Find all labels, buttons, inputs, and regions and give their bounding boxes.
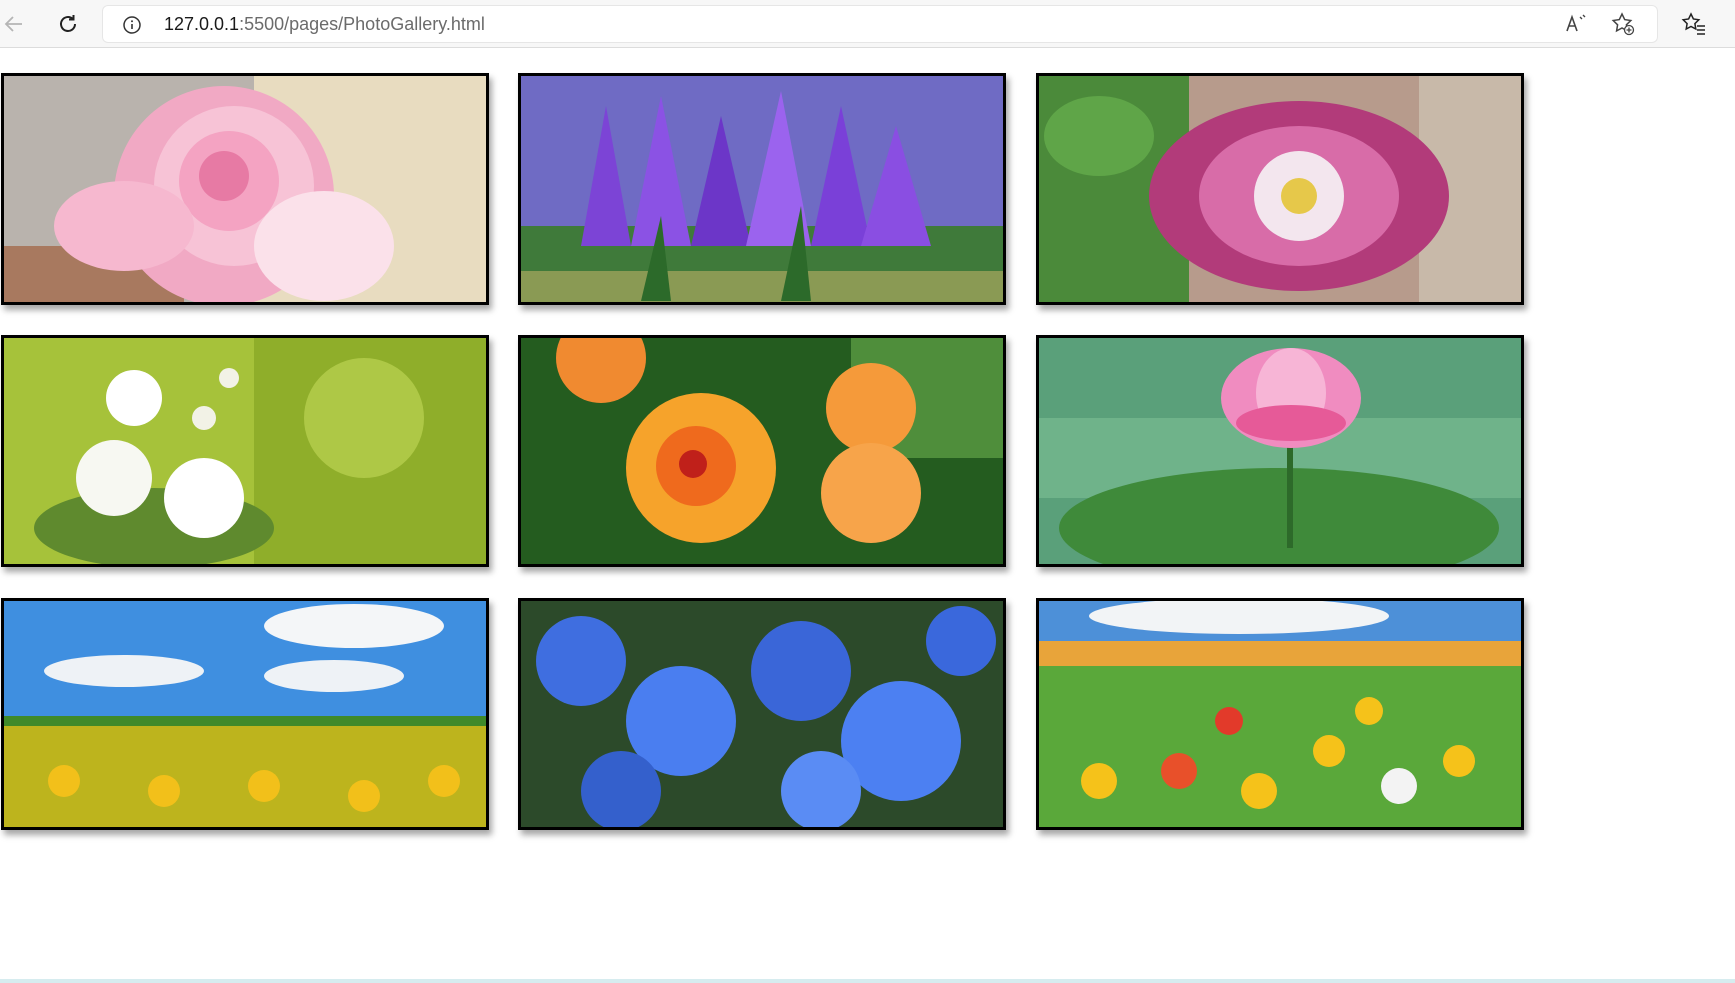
url-host: 127.0.0.1 — [164, 14, 240, 34]
read-aloud-icon[interactable] — [1562, 11, 1588, 42]
photo-tile[interactable] — [1, 598, 489, 830]
back-button[interactable] — [0, 6, 32, 42]
browser-toolbar: 127.0.0.1:5500/pages/PhotoGallery.html — [0, 0, 1735, 48]
url-text[interactable]: 127.0.0.1:5500/pages/PhotoGallery.html — [164, 14, 485, 35]
photo-pink-rose — [4, 76, 486, 302]
url-path: :5500/pages/PhotoGallery.html — [239, 14, 485, 34]
photo-sunflower-field — [4, 601, 486, 827]
photo-tile[interactable] — [1036, 335, 1524, 567]
photo-tile[interactable] — [1, 73, 489, 305]
favorites-icon — [1681, 11, 1707, 37]
photo-tile[interactable] — [518, 335, 1006, 567]
favorites-button[interactable] — [1676, 6, 1712, 42]
photo-pink-lotus — [1039, 338, 1521, 564]
photo-tile[interactable] — [1036, 598, 1524, 830]
photo-orange-hibiscus — [521, 338, 1003, 564]
photo-gallery — [0, 48, 1735, 981]
bottom-border — [0, 979, 1735, 983]
photo-purple-crocuses — [521, 76, 1003, 302]
photo-forget-me-nots — [521, 601, 1003, 827]
reload-button[interactable] — [50, 6, 86, 42]
info-icon[interactable] — [122, 15, 142, 40]
photo-tile[interactable] — [1036, 73, 1524, 305]
photo-tile[interactable] — [1, 335, 489, 567]
address-bar[interactable]: 127.0.0.1:5500/pages/PhotoGallery.html — [102, 5, 1658, 43]
photo-passion-flower — [1039, 76, 1521, 302]
back-arrow-icon — [2, 12, 26, 36]
photo-white-jasmine — [4, 338, 486, 564]
reload-icon — [56, 12, 80, 36]
photo-tile[interactable] — [518, 73, 1006, 305]
photo-tile[interactable] — [518, 598, 1006, 830]
photo-tulip-field — [1039, 601, 1521, 827]
add-favorite-icon[interactable] — [1610, 11, 1636, 42]
